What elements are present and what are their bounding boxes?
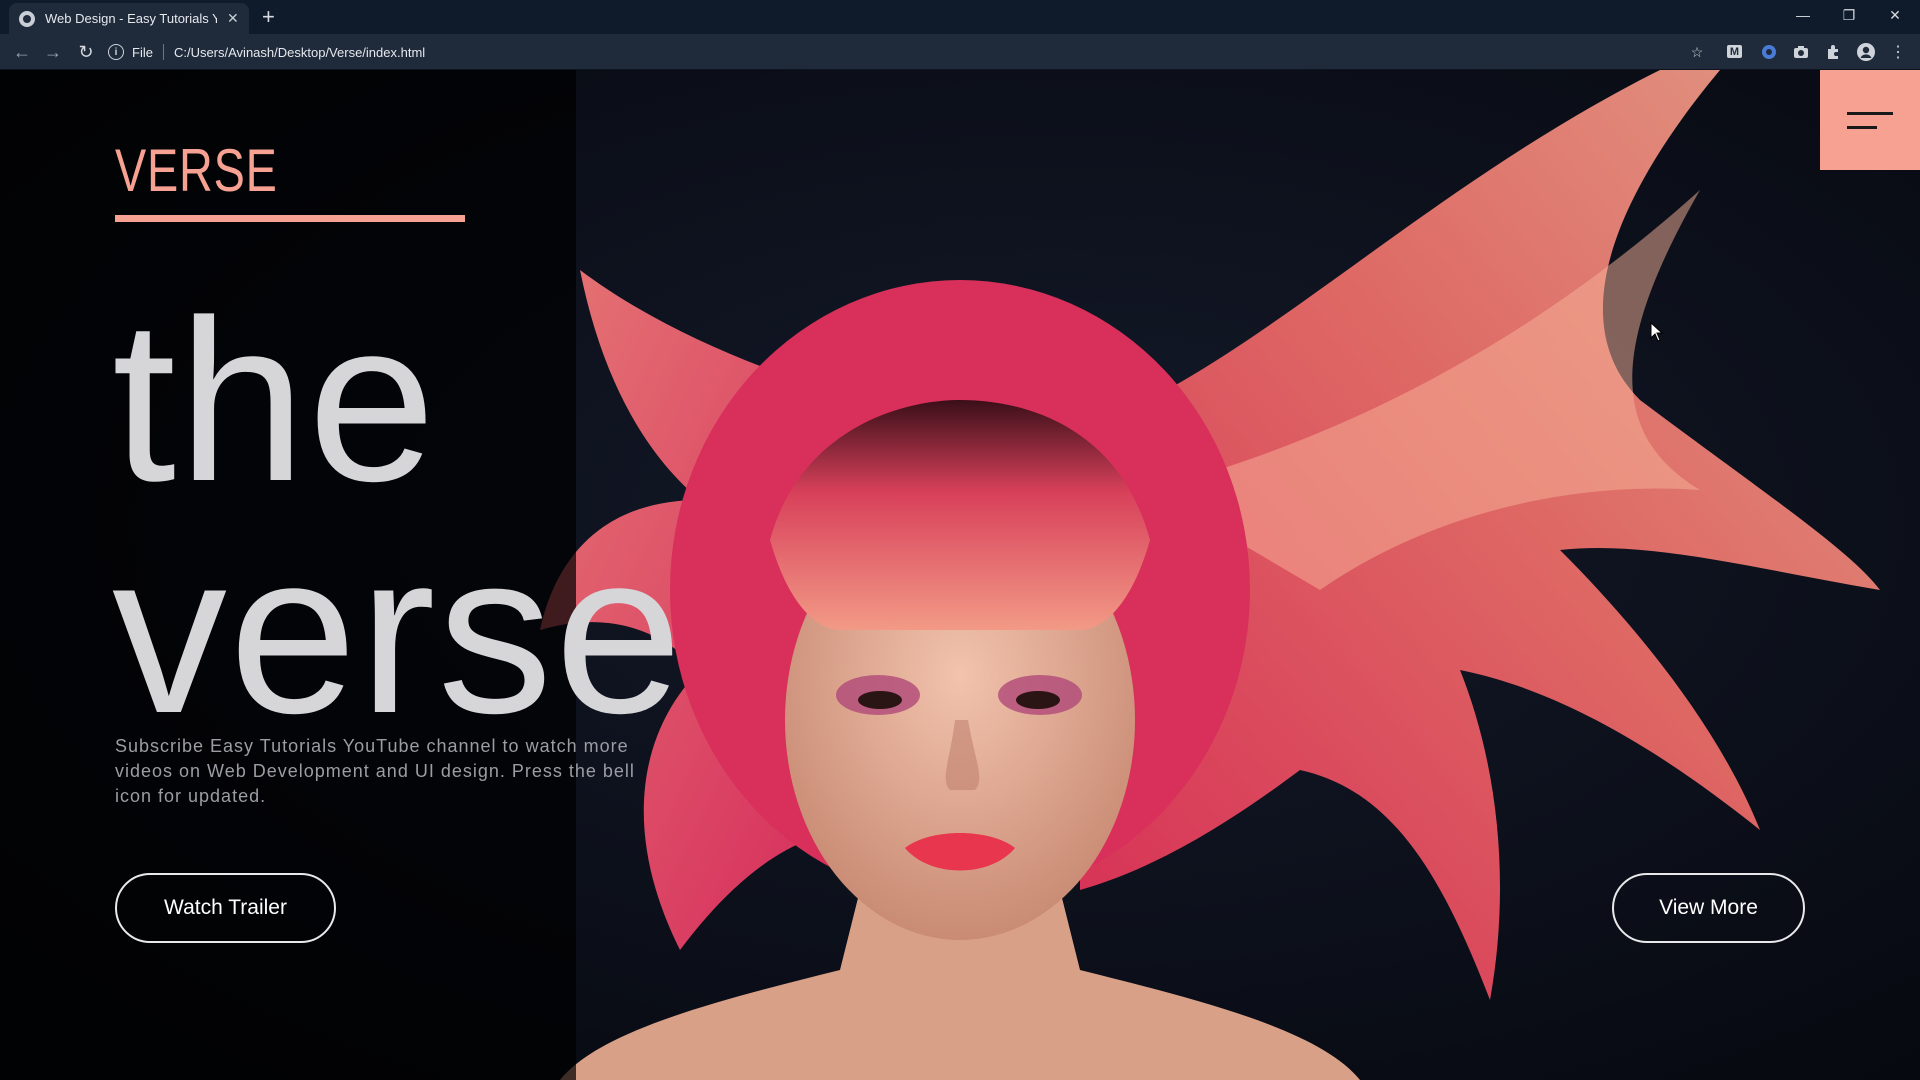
address-separator (162, 44, 164, 60)
minimize-window-button[interactable]: — (1780, 0, 1826, 30)
new-tab-button[interactable]: + (262, 5, 275, 29)
menu-bar-top (1847, 112, 1893, 115)
camera-icon[interactable] (1791, 42, 1811, 62)
address-scheme: File (132, 44, 153, 60)
profile-icon[interactable] (1856, 42, 1876, 62)
hamburger-menu-button[interactable] (1820, 70, 1920, 170)
star-icon[interactable]: ☆ (1687, 42, 1707, 62)
back-button[interactable]: ← (10, 40, 34, 64)
restore-window-button[interactable]: ❐ (1826, 0, 1872, 30)
browser-tab[interactable]: Web Design - Easy Tutorials YouT ✕ (9, 3, 249, 34)
close-window-button[interactable]: ✕ (1872, 0, 1918, 30)
verse-landing-page: VERSE the verse Subscribe Easy Tutorials… (0, 70, 1920, 1080)
browser-tab-strip: Web Design - Easy Tutorials YouT ✕ + — ❐… (0, 0, 1920, 34)
menu-bar-bottom (1847, 126, 1877, 129)
tab-title: Web Design - Easy Tutorials YouT (45, 11, 217, 26)
headline-line-1: the (112, 272, 438, 529)
ext-circle-icon[interactable] (1759, 42, 1779, 62)
forward-button[interactable]: → (41, 40, 65, 64)
info-icon[interactable]: i (108, 44, 124, 60)
address-bar[interactable]: i File C:/Users/Avinash/Desktop/Verse/in… (108, 39, 1708, 65)
brand-logo[interactable]: VERSE (115, 136, 278, 205)
headline-line-2: verse (112, 504, 685, 761)
reload-button[interactable]: ↻ (74, 40, 98, 64)
gmail-icon[interactable]: M (1727, 45, 1742, 58)
watch-trailer-button[interactable]: Watch Trailer (115, 873, 336, 943)
puzzle-icon[interactable] (1823, 42, 1843, 62)
kebab-menu-icon[interactable]: ⋮ (1888, 42, 1908, 62)
mouse-cursor-icon (1650, 322, 1664, 342)
hero-subtext: Subscribe Easy Tutorials YouTube channel… (115, 736, 635, 806)
brand-underline (115, 215, 465, 222)
browser-toolbar: ← → ↻ i File C:/Users/Avinash/Desktop/Ve… (0, 34, 1920, 70)
view-more-button[interactable]: View More (1612, 873, 1805, 943)
favicon-icon (19, 10, 35, 27)
close-tab-icon[interactable]: ✕ (227, 10, 239, 27)
address-url[interactable]: C:/Users/Avinash/Desktop/Verse/index.htm… (174, 45, 425, 60)
